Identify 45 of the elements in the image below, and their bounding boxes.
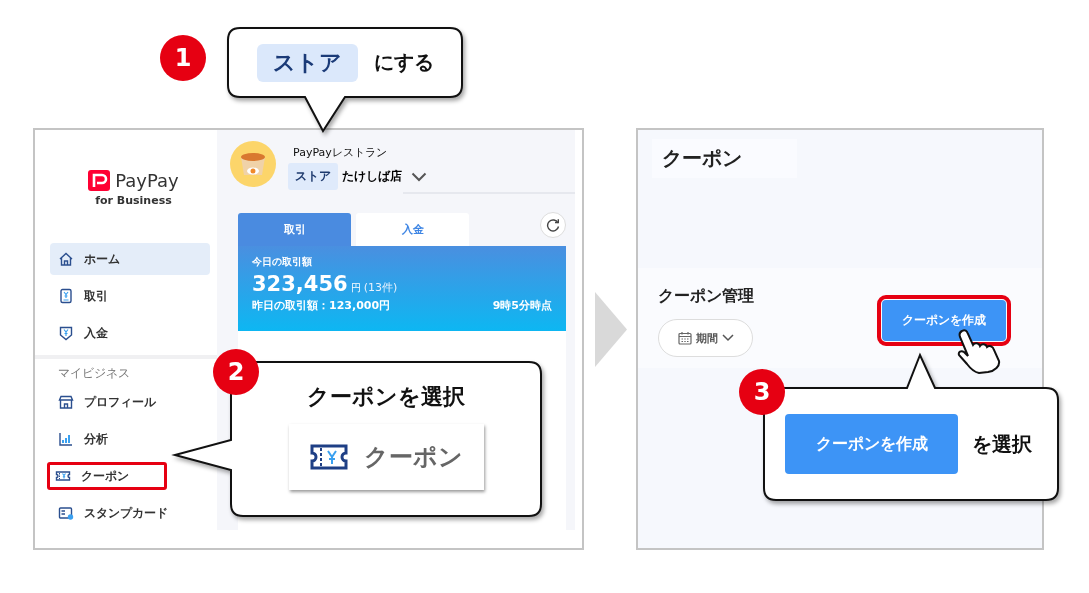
sidebar-item[interactable]: 分析 — [50, 423, 210, 455]
sidebar-item[interactable]: ホーム — [50, 243, 210, 275]
logo-icon — [88, 170, 111, 191]
menu-item-label: クーポン — [363, 442, 463, 473]
instruction-text: にする — [373, 49, 434, 76]
logo-subtitle: for Business — [95, 194, 172, 207]
sidebar-item[interactable]: スタンプカード — [50, 497, 210, 529]
chevron-down-icon — [721, 334, 734, 342]
store-icon — [58, 394, 74, 410]
receipt-icon — [58, 288, 74, 304]
sidebar-item[interactable]: クーポン — [45, 460, 169, 492]
period-filter[interactable]: 期間 — [658, 319, 753, 357]
step-badge: 1 — [160, 35, 206, 81]
soup-bowl-avatar-icon — [230, 141, 276, 187]
ticket-icon — [55, 468, 71, 484]
chevron-down-icon[interactable] — [411, 171, 427, 182]
yesterday-amount: 昨日の取引額：123,000円 — [252, 298, 391, 313]
ticket-icon — [309, 444, 348, 470]
bar-chart-icon — [58, 431, 74, 447]
section-title: クーポン管理 — [658, 286, 754, 307]
instruction-text: クーポンを選択 — [307, 383, 465, 411]
next-arrow-icon — [595, 292, 627, 367]
calendar-icon — [677, 331, 692, 345]
store-type-tag: ストア — [288, 163, 338, 190]
sidebar-item[interactable]: プロフィール — [50, 386, 210, 418]
amount: 323,456 — [252, 272, 348, 296]
house-icon — [58, 251, 74, 267]
card-icon — [58, 505, 74, 521]
sidebar-item[interactable]: 取引 — [50, 280, 210, 312]
logo-text: PayPay — [115, 170, 179, 191]
timestamp: 9時5分時点 — [492, 298, 552, 313]
tab[interactable]: 入金 — [356, 213, 469, 246]
store-name: PayPayレストラン — [293, 145, 388, 160]
section-label: マイビジネス — [58, 365, 131, 382]
card-label: 今日の取引額 — [252, 255, 313, 269]
refresh-icon — [546, 218, 560, 232]
shield-icon — [58, 325, 74, 341]
amount-unit: 円 — [350, 281, 361, 295]
page-title: クーポン — [662, 146, 742, 170]
transaction-count: (13件) — [363, 280, 398, 295]
instruction-text: を選択 — [972, 430, 1032, 458]
sidebar-item[interactable]: 入金 — [50, 317, 210, 349]
store-type-tag: ストア — [256, 43, 358, 82]
branch-name: たけしば店 — [342, 168, 402, 185]
refresh-button[interactable] — [540, 212, 566, 238]
